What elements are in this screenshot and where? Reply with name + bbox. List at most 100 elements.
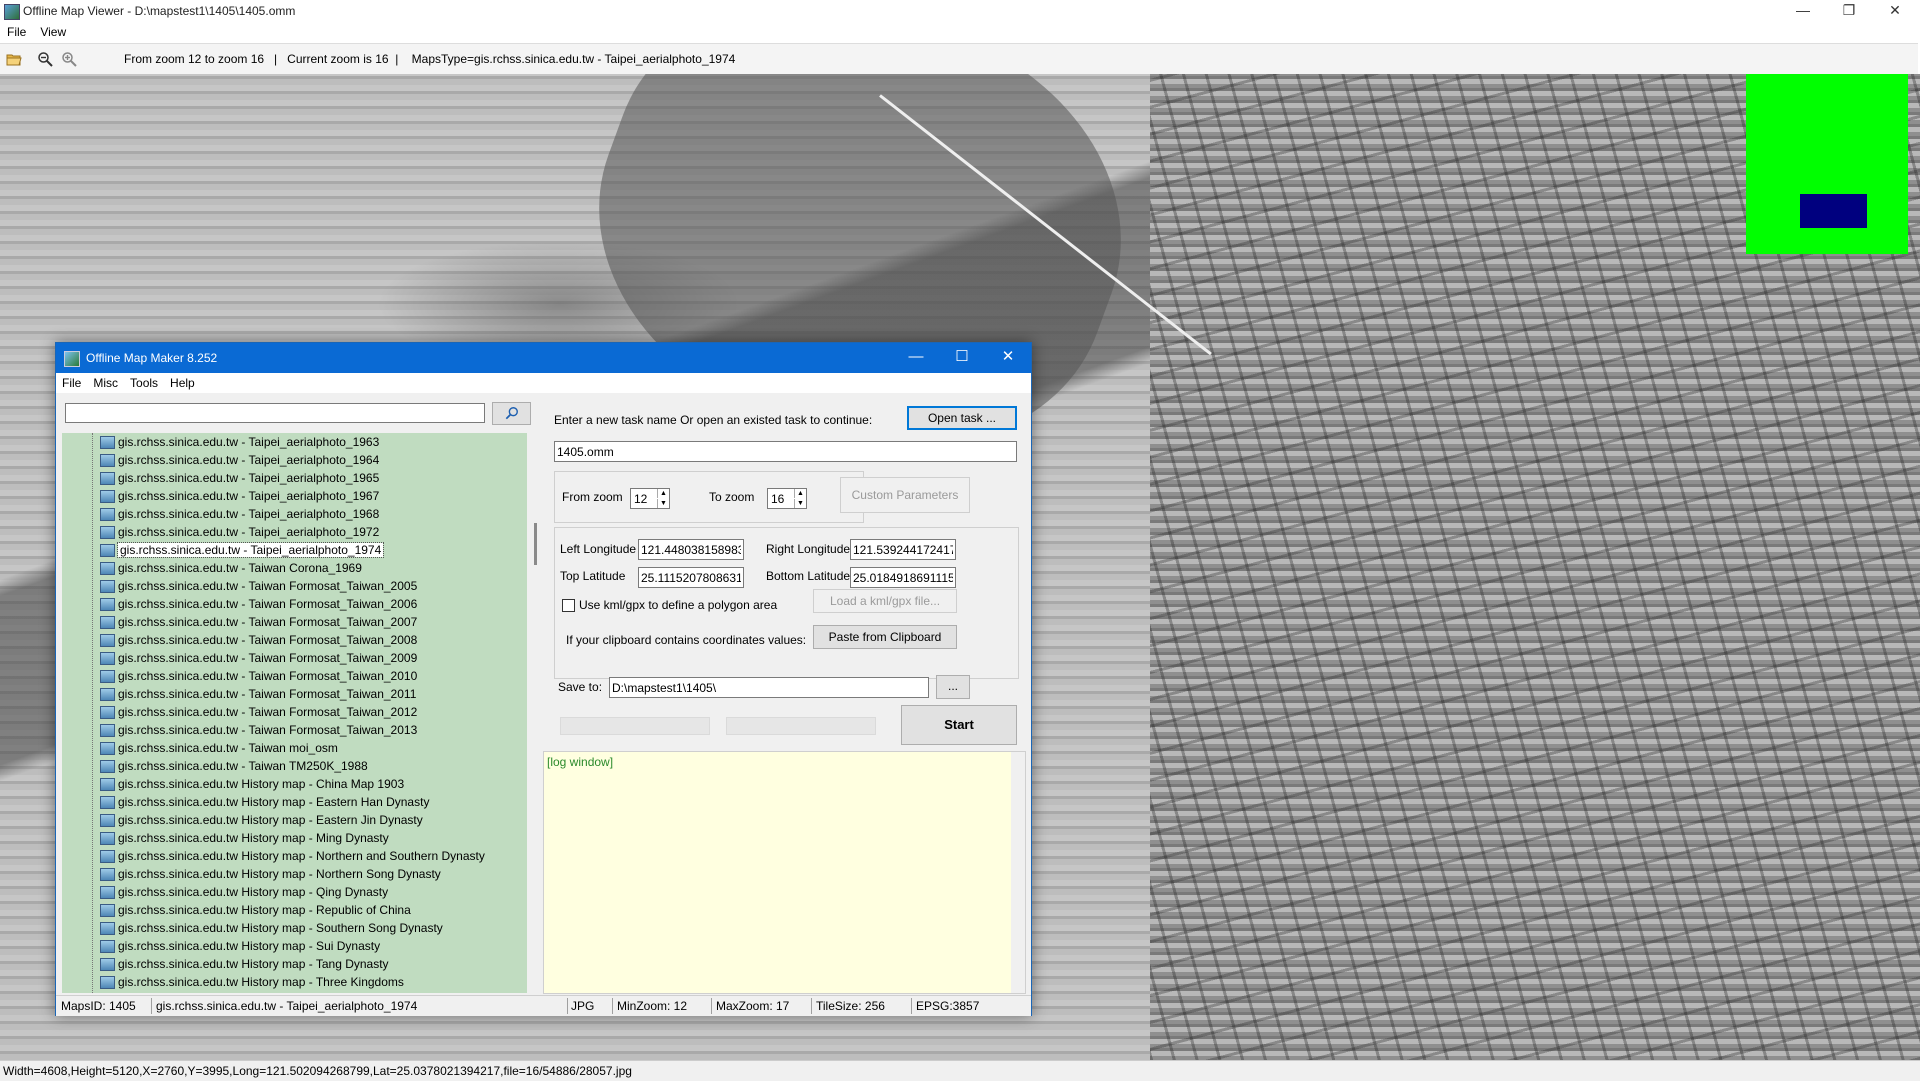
tile-size-status: TileSize: 256 <box>816 999 885 1013</box>
kml-polygon-label: Use kml/gpx to define a polygon area <box>579 598 778 612</box>
minimap[interactable] <box>1746 74 1908 254</box>
tree-item[interactable]: gis.rchss.sinica.edu.tw - Taiwan moi_osm <box>62 739 527 757</box>
tree-item[interactable]: gis.rchss.sinica.edu.tw - Taiwan Formosa… <box>62 595 527 613</box>
kml-polygon-checkbox[interactable] <box>562 599 575 612</box>
tree-item[interactable]: gis.rchss.sinica.edu.tw - Taiwan Formosa… <box>62 577 527 595</box>
map-image-icon <box>100 544 115 557</box>
tree-item[interactable]: gis.rchss.sinica.edu.tw - Taiwan Formosa… <box>62 649 527 667</box>
progress-bar-1 <box>560 717 710 735</box>
maximize-button[interactable]: ❐ <box>1826 0 1872 22</box>
tree-item[interactable]: gis.rchss.sinica.edu.tw - Taiwan Formosa… <box>62 721 527 739</box>
bottom-latitude-input[interactable] <box>850 567 956 588</box>
map-image-icon <box>100 922 115 935</box>
tree-item[interactable]: gis.rchss.sinica.edu.tw History map - Th… <box>62 973 527 991</box>
dialog-status-bar: MapsID: 1405 gis.rchss.sinica.edu.tw - T… <box>56 995 1031 1016</box>
tree-item[interactable]: gis.rchss.sinica.edu.tw - Taipei_aerialp… <box>62 433 527 451</box>
open-folder-icon[interactable] <box>6 51 22 67</box>
tree-item-label: gis.rchss.sinica.edu.tw - Taiwan Formosa… <box>118 615 418 629</box>
dialog-maximize-button[interactable]: ☐ <box>939 343 985 373</box>
spin-up-icon[interactable]: ▲ <box>657 489 669 498</box>
map-image-icon <box>100 742 115 755</box>
map-image-icon <box>100 490 115 503</box>
dialog-menu-misc[interactable]: Misc <box>87 373 124 393</box>
open-task-button[interactable]: Open task ... <box>907 406 1017 430</box>
map-image-icon <box>100 670 115 683</box>
map-source-tree[interactable]: gis.rchss.sinica.edu.tw - Taipei_aerialp… <box>62 433 527 993</box>
tree-item[interactable]: gis.rchss.sinica.edu.tw - Taiwan Formosa… <box>62 613 527 631</box>
right-longitude-input[interactable] <box>850 539 956 560</box>
tree-item[interactable]: gis.rchss.sinica.edu.tw - Taipei_aerialp… <box>62 487 527 505</box>
main-titlebar: Offline Map Viewer - D:\mapstest1\1405\1… <box>0 0 1920 22</box>
tree-item[interactable]: gis.rchss.sinica.edu.tw History map - Ch… <box>62 775 527 793</box>
tree-item[interactable]: gis.rchss.sinica.edu.tw History map - Ea… <box>62 811 527 829</box>
tree-item[interactable]: gis.rchss.sinica.edu.tw - Taiwan Formosa… <box>62 667 527 685</box>
dialog-titlebar: Offline Map Maker 8.252 — ☐ ✕ <box>56 343 1031 373</box>
map-image-icon <box>100 436 115 449</box>
map-image-icon <box>100 634 115 647</box>
tree-item[interactable]: gis.rchss.sinica.edu.tw - Taipei_aerialp… <box>62 451 527 469</box>
tree-item[interactable]: gis.rchss.sinica.edu.tw - Taipei_aerialp… <box>62 541 527 559</box>
tree-item-label: gis.rchss.sinica.edu.tw History map - So… <box>118 921 443 935</box>
spin-up-icon[interactable]: ▲ <box>794 489 806 498</box>
dialog-close-button[interactable]: ✕ <box>985 343 1031 373</box>
log-window[interactable]: [log window] <box>543 751 1026 994</box>
tree-scrollbar[interactable] <box>529 433 543 993</box>
search-button[interactable] <box>492 402 531 425</box>
start-button[interactable]: Start <box>901 705 1017 745</box>
tree-item[interactable]: gis.rchss.sinica.edu.tw History map - Re… <box>62 901 527 919</box>
tree-item[interactable]: gis.rchss.sinica.edu.tw - Taipei_aerialp… <box>62 469 527 487</box>
dialog-menu-tools[interactable]: Tools <box>124 373 164 393</box>
left-longitude-label: Left Longitude <box>560 542 637 556</box>
zoom-in-icon[interactable] <box>61 51 77 67</box>
load-kml-button[interactable]: Load a kml/gpx file... <box>813 589 957 613</box>
map-image-icon <box>100 562 115 575</box>
dialog-minimize-button[interactable]: — <box>893 343 939 373</box>
from-zoom-spinner[interactable]: 12 ▲ ▼ <box>630 488 670 509</box>
dialog-menubar: File Misc Tools Help <box>56 373 1031 393</box>
to-zoom-spinner[interactable]: 16 ▲ ▼ <box>767 488 807 509</box>
tree-item[interactable]: gis.rchss.sinica.edu.tw History map - Su… <box>62 937 527 955</box>
tree-item[interactable]: gis.rchss.sinica.edu.tw - Taipei_aerialp… <box>62 523 527 541</box>
tree-item-label: gis.rchss.sinica.edu.tw - Taiwan Formosa… <box>118 633 418 647</box>
log-scrollbar[interactable] <box>1011 752 1025 993</box>
tree-item-label: gis.rchss.sinica.edu.tw - Taipei_aerialp… <box>118 471 380 485</box>
dialog-menu-help[interactable]: Help <box>164 373 201 393</box>
browse-button[interactable]: ... <box>936 675 970 699</box>
tree-item[interactable]: gis.rchss.sinica.edu.tw - Taiwan Formosa… <box>62 685 527 703</box>
tree-item-label: gis.rchss.sinica.edu.tw History map - No… <box>118 849 485 863</box>
left-longitude-input[interactable] <box>638 539 744 560</box>
dialog-menu-file[interactable]: File <box>56 373 87 393</box>
tree-scroll-thumb[interactable] <box>534 523 537 565</box>
tree-item[interactable]: gis.rchss.sinica.edu.tw History map - No… <box>62 847 527 865</box>
spin-down-icon[interactable]: ▼ <box>657 499 669 508</box>
menu-view[interactable]: View <box>33 22 73 42</box>
tree-item[interactable]: gis.rchss.sinica.edu.tw History map - Ea… <box>62 793 527 811</box>
save-path-input[interactable] <box>609 677 929 698</box>
tree-item[interactable]: gis.rchss.sinica.edu.tw - Taiwan Formosa… <box>62 631 527 649</box>
spin-down-icon[interactable]: ▼ <box>794 499 806 508</box>
tree-item-label: gis.rchss.sinica.edu.tw - Taipei_aerialp… <box>118 453 380 467</box>
tree-item[interactable]: gis.rchss.sinica.edu.tw - Taipei_aerialp… <box>62 505 527 523</box>
map-image-icon <box>100 472 115 485</box>
tree-item[interactable]: gis.rchss.sinica.edu.tw History map - No… <box>62 865 527 883</box>
task-name-input[interactable] <box>554 441 1017 462</box>
tree-item[interactable]: gis.rchss.sinica.edu.tw - Taiwan TM250K_… <box>62 757 527 775</box>
menu-file[interactable]: File <box>0 22 33 42</box>
top-latitude-input[interactable] <box>638 567 744 588</box>
paste-clipboard-button[interactable]: Paste from Clipboard <box>813 625 957 649</box>
zoom-out-icon[interactable] <box>37 51 53 67</box>
tree-item[interactable]: gis.rchss.sinica.edu.tw History map - So… <box>62 919 527 937</box>
tree-item[interactable]: gis.rchss.sinica.edu.tw History map - Ta… <box>62 955 527 973</box>
close-button[interactable]: ✕ <box>1872 0 1918 22</box>
dialog-app-icon <box>64 351 80 367</box>
map-name-status: gis.rchss.sinica.edu.tw - Taipei_aerialp… <box>156 999 418 1013</box>
custom-parameters-button[interactable]: Custom Parameters <box>840 477 970 513</box>
top-latitude-label: Top Latitude <box>560 569 626 583</box>
minimap-viewport[interactable] <box>1800 194 1867 228</box>
tree-item[interactable]: gis.rchss.sinica.edu.tw History map - Mi… <box>62 829 527 847</box>
tree-item[interactable]: gis.rchss.sinica.edu.tw - Taiwan Corona_… <box>62 559 527 577</box>
minimize-button[interactable]: — <box>1780 0 1826 22</box>
tree-item[interactable]: gis.rchss.sinica.edu.tw - Taiwan Formosa… <box>62 703 527 721</box>
tree-item[interactable]: gis.rchss.sinica.edu.tw History map - Qi… <box>62 883 527 901</box>
map-search-input[interactable] <box>65 403 485 423</box>
